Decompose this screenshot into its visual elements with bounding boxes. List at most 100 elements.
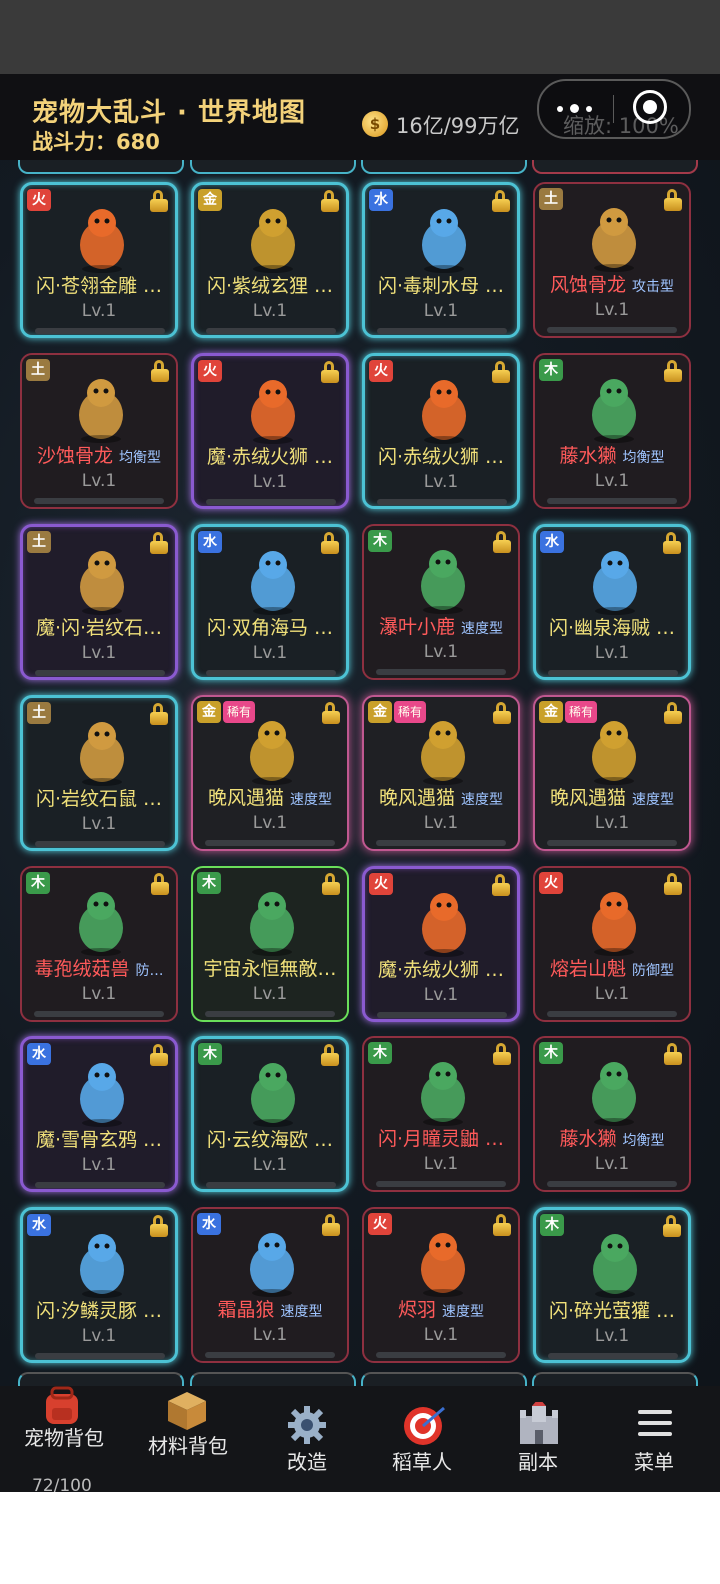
lock-icon[interactable] [149,1044,169,1066]
pet-level: Lv.1 [594,1154,630,1174]
lock-icon[interactable] [149,190,169,212]
lock-icon[interactable] [149,532,169,554]
lock-icon[interactable] [320,361,340,383]
lock-icon[interactable] [320,1044,340,1066]
pet-name-row: 魔·闪·岩纹石… [23,613,175,640]
pet-name: 瀑叶小鹿 [378,616,455,638]
close-target-icon[interactable] [633,90,667,124]
tab-dungeon[interactable]: 副本 [500,1386,600,1492]
pet-card[interactable]: 水闪·双角海马 … Lv.1 [191,524,349,680]
lock-icon[interactable] [320,532,340,554]
more-icon[interactable] [553,95,599,123]
pet-card[interactable]: 金闪·紫绒玄狸 … Lv.1 [191,182,349,338]
pet-card[interactable]: 火魔·赤绒火狮 … Lv.1 [191,353,349,509]
pet-portrait [79,892,123,956]
pet-level: Lv.1 [252,1155,288,1175]
pet-name: 闪·月瞳灵鼬 … [377,1128,505,1150]
card-peek [18,1372,184,1386]
tab-modify[interactable]: 改造 [250,1386,366,1492]
pet-card[interactable]: 木毒孢绒菇兽 防… Lv.1 [20,866,178,1022]
lock-icon[interactable] [663,873,683,895]
pet-card[interactable]: 土风蚀骨龙 攻击型 Lv.1 [533,182,691,338]
pet-name: 闪·毒刺水母 … [377,275,505,297]
lock-icon[interactable] [492,702,512,724]
lock-icon[interactable] [320,190,340,212]
pet-portrait [251,1063,295,1127]
lock-icon[interactable] [663,189,683,211]
pet-card[interactable]: 金稀有 晚风遇猫 速度型 Lv.1 [533,695,691,851]
pet-name: 魔·雪骨玄鸦 … [35,1129,163,1151]
pet-card[interactable]: 水闪·汐鳞灵豚 … Lv.1 [20,1207,178,1363]
pet-name: 晚风遇猫 [378,787,455,809]
pet-card[interactable]: 水闪·幽泉海贼 … Lv.1 [533,524,691,680]
pet-level: Lv.1 [594,643,630,663]
lock-icon[interactable] [491,190,511,212]
lock-icon[interactable] [663,1043,683,1065]
pet-card[interactable]: 火熔岩山魁 防御型 Lv.1 [533,866,691,1022]
tab-material-bag[interactable]: 材料背包 [118,1386,234,1492]
pet-card[interactable]: 木闪·碎光萤獾 … Lv.1 [533,1207,691,1363]
pet-level: Lv.1 [81,1326,117,1346]
pet-level: Lv.1 [594,984,630,1004]
pet-level: Lv.1 [252,301,288,321]
tab-pet-bag[interactable]: 宠物背包 72/100 [0,1386,118,1496]
pet-card[interactable]: 金稀有 晚风遇猫 速度型 Lv.1 [362,695,520,851]
pet-name-row: 藤水獭 均衡型 [535,1124,689,1151]
pet-portrait [80,209,124,273]
pet-card[interactable]: 木瀑叶小鹿 速度型 Lv.1 [362,524,520,680]
lock-icon[interactable] [149,1215,169,1237]
pet-role: 速度型 [290,792,332,808]
pet-card[interactable]: 土魔·闪·岩纹石… Lv.1 [20,524,178,680]
lock-icon[interactable] [492,1043,512,1065]
pet-card[interactable]: 火烬羽 速度型 Lv.1 [362,1207,520,1363]
lock-icon[interactable] [663,360,683,382]
pet-level: Lv.1 [81,301,117,321]
pet-name: 闪·岩纹石鼠 … [35,788,163,810]
pet-card[interactable]: 火闪·苍翎金雕 … Lv.1 [20,182,178,338]
pet-portrait [592,892,636,956]
pet-role: 速度型 [461,621,503,637]
lock-icon[interactable] [662,1215,682,1237]
pet-card[interactable]: 火闪·赤绒火狮 … Lv.1 [362,353,520,509]
element-badge: 木 [26,872,50,894]
lock-icon[interactable] [321,1214,341,1236]
pet-card[interactable]: 火魔·赤绒火狮 … Lv.1 [362,866,520,1022]
lock-icon[interactable] [149,703,169,725]
box-icon [168,1392,206,1430]
pet-role: 速度型 [632,792,674,808]
tab-scarecrow[interactable]: 稻草人 [380,1386,496,1492]
lock-icon[interactable] [663,702,683,724]
lock-icon[interactable] [492,1214,512,1236]
pet-level: Lv.1 [252,984,288,1004]
pet-level: Lv.1 [252,643,288,663]
lock-icon[interactable] [150,873,170,895]
lock-icon[interactable] [662,532,682,554]
lock-icon[interactable] [491,361,511,383]
lock-icon[interactable] [321,873,341,895]
pet-card[interactable]: 土沙蚀骨龙 均衡型 Lv.1 [20,353,178,509]
pet-card[interactable]: 金稀有 晚风遇猫 速度型 Lv.1 [191,695,349,851]
pet-name: 霜晶狼 [217,1299,275,1321]
pet-portrait [422,380,466,444]
pet-card[interactable]: 木藤水獭 均衡型 Lv.1 [533,1036,691,1192]
pet-portrait [592,721,636,785]
pet-card[interactable]: 土闪·岩纹石鼠 … Lv.1 [20,695,178,851]
pet-card[interactable]: 木宇宙永恒無敵… Lv.1 [191,866,349,1022]
exp-bar [35,841,165,847]
lock-icon[interactable] [150,360,170,382]
lock-icon[interactable] [321,702,341,724]
pet-card[interactable]: 水魔·雪骨玄鸦 … Lv.1 [20,1036,178,1192]
lock-icon[interactable] [492,531,512,553]
pet-card[interactable]: 木闪·月瞳灵鼬 … Lv.1 [362,1036,520,1192]
element-badge: 木 [368,1042,392,1064]
pet-role: 攻击型 [632,279,674,295]
exp-bar [35,1353,165,1359]
pet-grid[interactable]: 火闪·苍翎金雕 … Lv.1 金闪·紫绒玄狸 … Lv.1 水闪·毒刺水母 … Lv.1 土… [0,160,720,1386]
pet-name: 闪·幽泉海贼 … [548,617,676,639]
tab-menu[interactable]: 菜单 [612,1386,712,1492]
lock-icon[interactable] [491,874,511,896]
pet-card[interactable]: 木藤水獭 均衡型 Lv.1 [533,353,691,509]
pet-card[interactable]: 水霜晶狼 速度型 Lv.1 [191,1207,349,1363]
pet-card[interactable]: 水闪·毒刺水母 … Lv.1 [362,182,520,338]
pet-card[interactable]: 木闪·云纹海欧 … Lv.1 [191,1036,349,1192]
